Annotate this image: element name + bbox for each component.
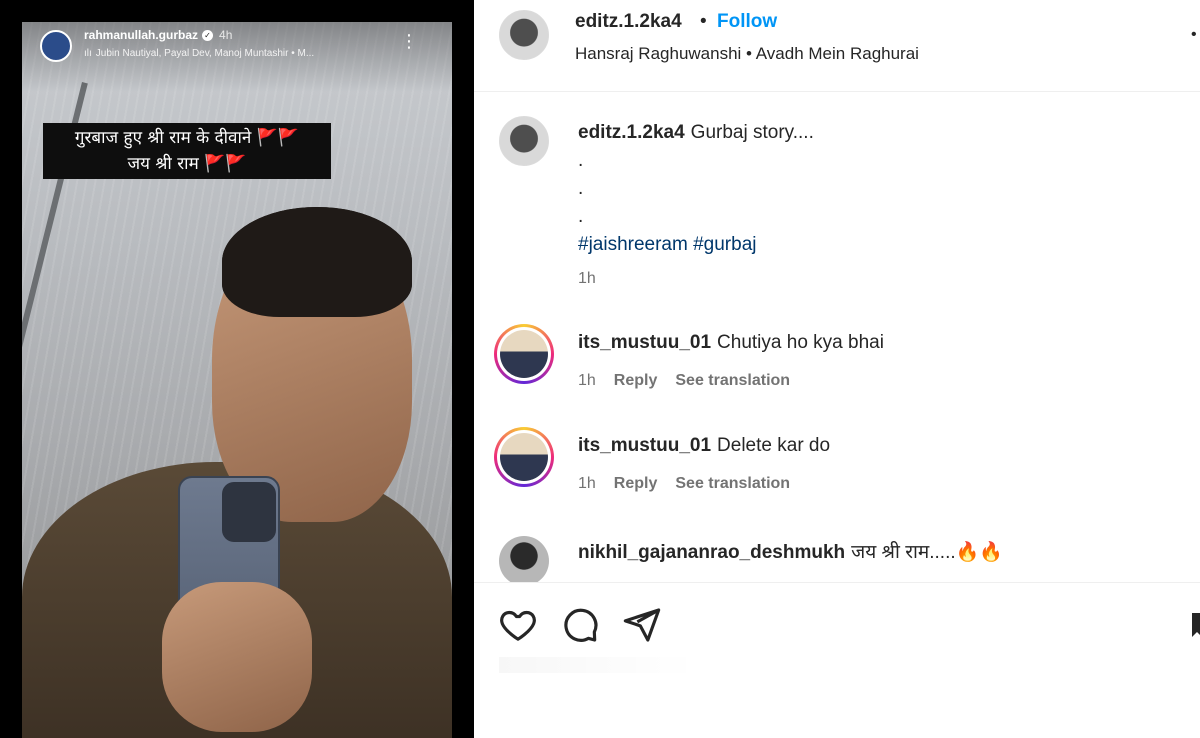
story-username: rahmanullah.gurbaz <box>84 28 199 42</box>
story-time: 4h <box>219 28 233 42</box>
heart-icon[interactable] <box>498 605 538 645</box>
comment-item: its_mustuu_01 Chutiya ho kya bhai 1h Reply… <box>474 324 1200 404</box>
caption-dot: . <box>578 150 584 171</box>
paper-plane-icon[interactable] <box>622 605 662 645</box>
story-more-icon: ⋮ <box>400 31 418 51</box>
overlay-line-2: जय श्री राम 🚩🚩 <box>127 154 247 174</box>
comment-avatar-story-ring[interactable] <box>494 324 554 384</box>
caption-dot: . <box>578 178 584 199</box>
comment-time: 1h <box>578 475 596 492</box>
comment-item: nikhil_gajananrao_deshmukh जय श्री राम...… <box>474 530 1200 582</box>
story-avatar <box>40 30 72 62</box>
comment-avatar-story-ring[interactable] <box>494 427 554 487</box>
story-username-row: rahmanullah.gurbaz ✓ 4h <box>84 28 232 42</box>
reply-button[interactable]: Reply <box>614 372 658 389</box>
comment-bubble-icon[interactable] <box>560 605 600 645</box>
comment-username[interactable]: its_mustuu_01 <box>578 332 711 353</box>
comment-avatar <box>500 433 548 481</box>
story-header: rahmanullah.gurbaz ✓ 4h ılı Jubin Nautiyal,… <box>40 26 430 66</box>
author-avatar[interactable] <box>499 10 549 60</box>
bookmark-icon-svg <box>1192 613 1200 637</box>
heart-icon-svg <box>500 610 536 641</box>
overlay-line-1: गुरबाज हुए श्री राम के दीवाने 🚩🚩 <box>74 128 300 148</box>
paper-plane-icon-svg <box>623 608 661 642</box>
author-username[interactable]: editz.1.2ka4 <box>575 11 682 33</box>
caption-line: editz.1.2ka4 Gurbaj story.... <box>578 122 814 144</box>
comment-item: its_mustuu_01 Delete kar do 1h Reply See tr… <box>474 427 1200 507</box>
caption-dot: . <box>578 206 584 227</box>
red-flags-icon: 🚩🚩 <box>204 154 247 174</box>
follow-button[interactable]: Follow <box>717 11 777 33</box>
more-options-icon[interactable]: • <box>1191 26 1197 44</box>
comment-text: जय श्री राम.....🔥🔥 <box>851 542 1003 563</box>
person-hair-top <box>222 207 412 317</box>
caption-hashtags[interactable]: #jaishreeram #gurbaj <box>578 234 757 256</box>
story-text-overlay: गुरबाज हुए श्री राम के दीवाने 🚩🚩 जय श्री… <box>43 123 331 179</box>
comment-bubble-icon-svg <box>564 608 598 642</box>
person-hand <box>162 582 312 732</box>
avatar-ring-gap <box>497 327 551 381</box>
story-music: Jubin Nautiyal, Payal Dev, Manoj Muntash… <box>95 48 315 59</box>
comment-meta: 1h Reply See translation <box>578 372 808 390</box>
audio-wave-icon: ılı <box>84 48 92 59</box>
see-translation-button[interactable]: See translation <box>675 372 790 389</box>
caption-avatar[interactable] <box>499 116 549 166</box>
audio-attribution[interactable]: Hansraj Raghuwanshi • Avadh Mein Raghura… <box>575 44 919 64</box>
comment-line: nikhil_gajananrao_deshmukh जय श्री राम...… <box>578 538 1003 564</box>
comment-line: its_mustuu_01 Delete kar do <box>578 435 830 457</box>
see-translation-button[interactable]: See translation <box>675 475 790 492</box>
caption-time: 1h <box>578 270 596 287</box>
caption-username[interactable]: editz.1.2ka4 <box>578 122 685 143</box>
avatar-ring-gap <box>497 430 551 484</box>
comment-line: its_mustuu_01 Chutiya ho kya bhai <box>578 332 884 354</box>
bookmark-icon[interactable] <box>1190 605 1200 645</box>
comment-text: Chutiya ho kya bhai <box>717 332 884 353</box>
reply-button[interactable]: Reply <box>614 475 658 492</box>
comment-avatar <box>500 330 548 378</box>
caption-text: Gurbaj story.... <box>690 122 814 143</box>
comment-username[interactable]: nikhil_gajananrao_deshmukh <box>578 542 845 563</box>
comment-username[interactable]: its_mustuu_01 <box>578 435 711 456</box>
post-media[interactable]: rahmanullah.gurbaz ✓ 4h ılı Jubin Nautiyal,… <box>0 0 474 738</box>
header-separator: • <box>700 11 707 32</box>
faded-likes-row <box>499 657 699 673</box>
phone-camera <box>222 482 276 542</box>
post-actions-bar <box>474 582 1200 738</box>
post-side-panel: editz.1.2ka4 • Follow Hansraj Raghuwansh… <box>474 0 1200 738</box>
comment-avatar[interactable] <box>499 536 549 582</box>
comment-text: Delete kar do <box>717 435 831 456</box>
post-header: editz.1.2ka4 • Follow Hansraj Raghuwansh… <box>474 0 1200 92</box>
story-music-row: ılı Jubin Nautiyal, Payal Dev, Manoj Munt… <box>84 48 374 59</box>
comment-time: 1h <box>578 372 596 389</box>
comment-meta: 1h Reply See translation <box>578 475 808 493</box>
verified-badge-icon: ✓ <box>202 30 214 41</box>
red-flags-icon: 🚩🚩 <box>256 128 300 148</box>
